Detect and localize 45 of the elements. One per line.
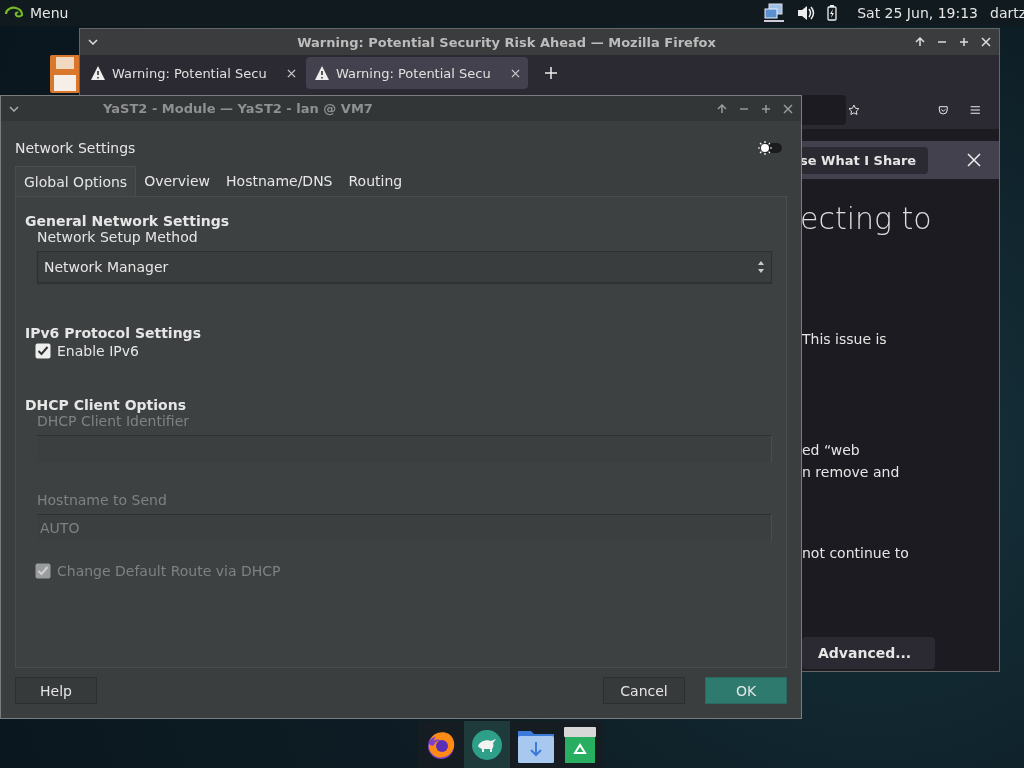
field-label: DHCP Client Identifier [36, 413, 191, 429]
menu-button[interactable]: Menu [0, 5, 69, 21]
page-heading: ecting to [800, 201, 933, 236]
network-monitor-icon[interactable] [763, 3, 786, 23]
browser-tab[interactable]: Warning: Potential Secu [82, 57, 304, 89]
recycle-bin-icon[interactable] [562, 724, 597, 765]
maximize-icon[interactable] [761, 103, 771, 114]
section-heading: DHCP Client Options [25, 397, 187, 413]
page-text: not continue to [802, 545, 909, 561]
dialog-button[interactable]: Help [15, 677, 97, 704]
field-label: Network Setup Method [36, 229, 199, 245]
tab[interactable]: Global Options [15, 166, 137, 196]
speaker-icon[interactable] [797, 5, 816, 21]
close-icon[interactable] [783, 103, 793, 114]
close-icon[interactable] [511, 68, 520, 78]
keep-above-icon[interactable] [717, 103, 727, 114]
advanced-button[interactable]: Advanced... [802, 637, 936, 669]
section-heading: IPv6 Protocol Settings [25, 325, 202, 341]
address-bar[interactable] [800, 95, 847, 125]
battery-icon[interactable] [827, 5, 838, 21]
dialog-button[interactable]: OK [705, 677, 787, 704]
field-label: Hostname to Send [36, 492, 168, 508]
dialog-heading: Network Settings [15, 140, 136, 156]
clock[interactable]: Sat 25 Jun, 19:13 [857, 5, 978, 21]
warning-icon [90, 65, 106, 81]
section-heading: General Network Settings [25, 213, 231, 229]
checkbox[interactable]: Enable IPv6 [25, 343, 772, 359]
warning-icon [314, 65, 330, 81]
dialog-button[interactable]: Cancel [603, 677, 685, 704]
dropdown[interactable]: Network Manager [37, 251, 772, 283]
tab[interactable]: Overview [136, 166, 219, 196]
page-text: This issue is [802, 331, 887, 347]
tab[interactable]: Routing [340, 166, 411, 196]
theme-toggle-icon[interactable] [757, 140, 783, 156]
menu-icon[interactable] [970, 103, 981, 117]
tab[interactable]: Hostname/DNS [218, 166, 341, 196]
spinner-arrows-icon [757, 260, 765, 274]
page-text: ed “web [802, 442, 860, 458]
window-title: Warning: Potential Security Risk Ahead — Mozilla Firefox [296, 34, 717, 50]
page-text: n remove and [802, 464, 900, 480]
window-title: YaST2 - Module — YaST2 - lan @ VM7 [102, 101, 374, 116]
plus-icon[interactable] [544, 66, 558, 80]
window-menu-icon[interactable] [9, 105, 19, 112]
close-icon[interactable] [287, 68, 296, 78]
browser-tab[interactable]: Warning: Potential Secu [306, 57, 528, 89]
